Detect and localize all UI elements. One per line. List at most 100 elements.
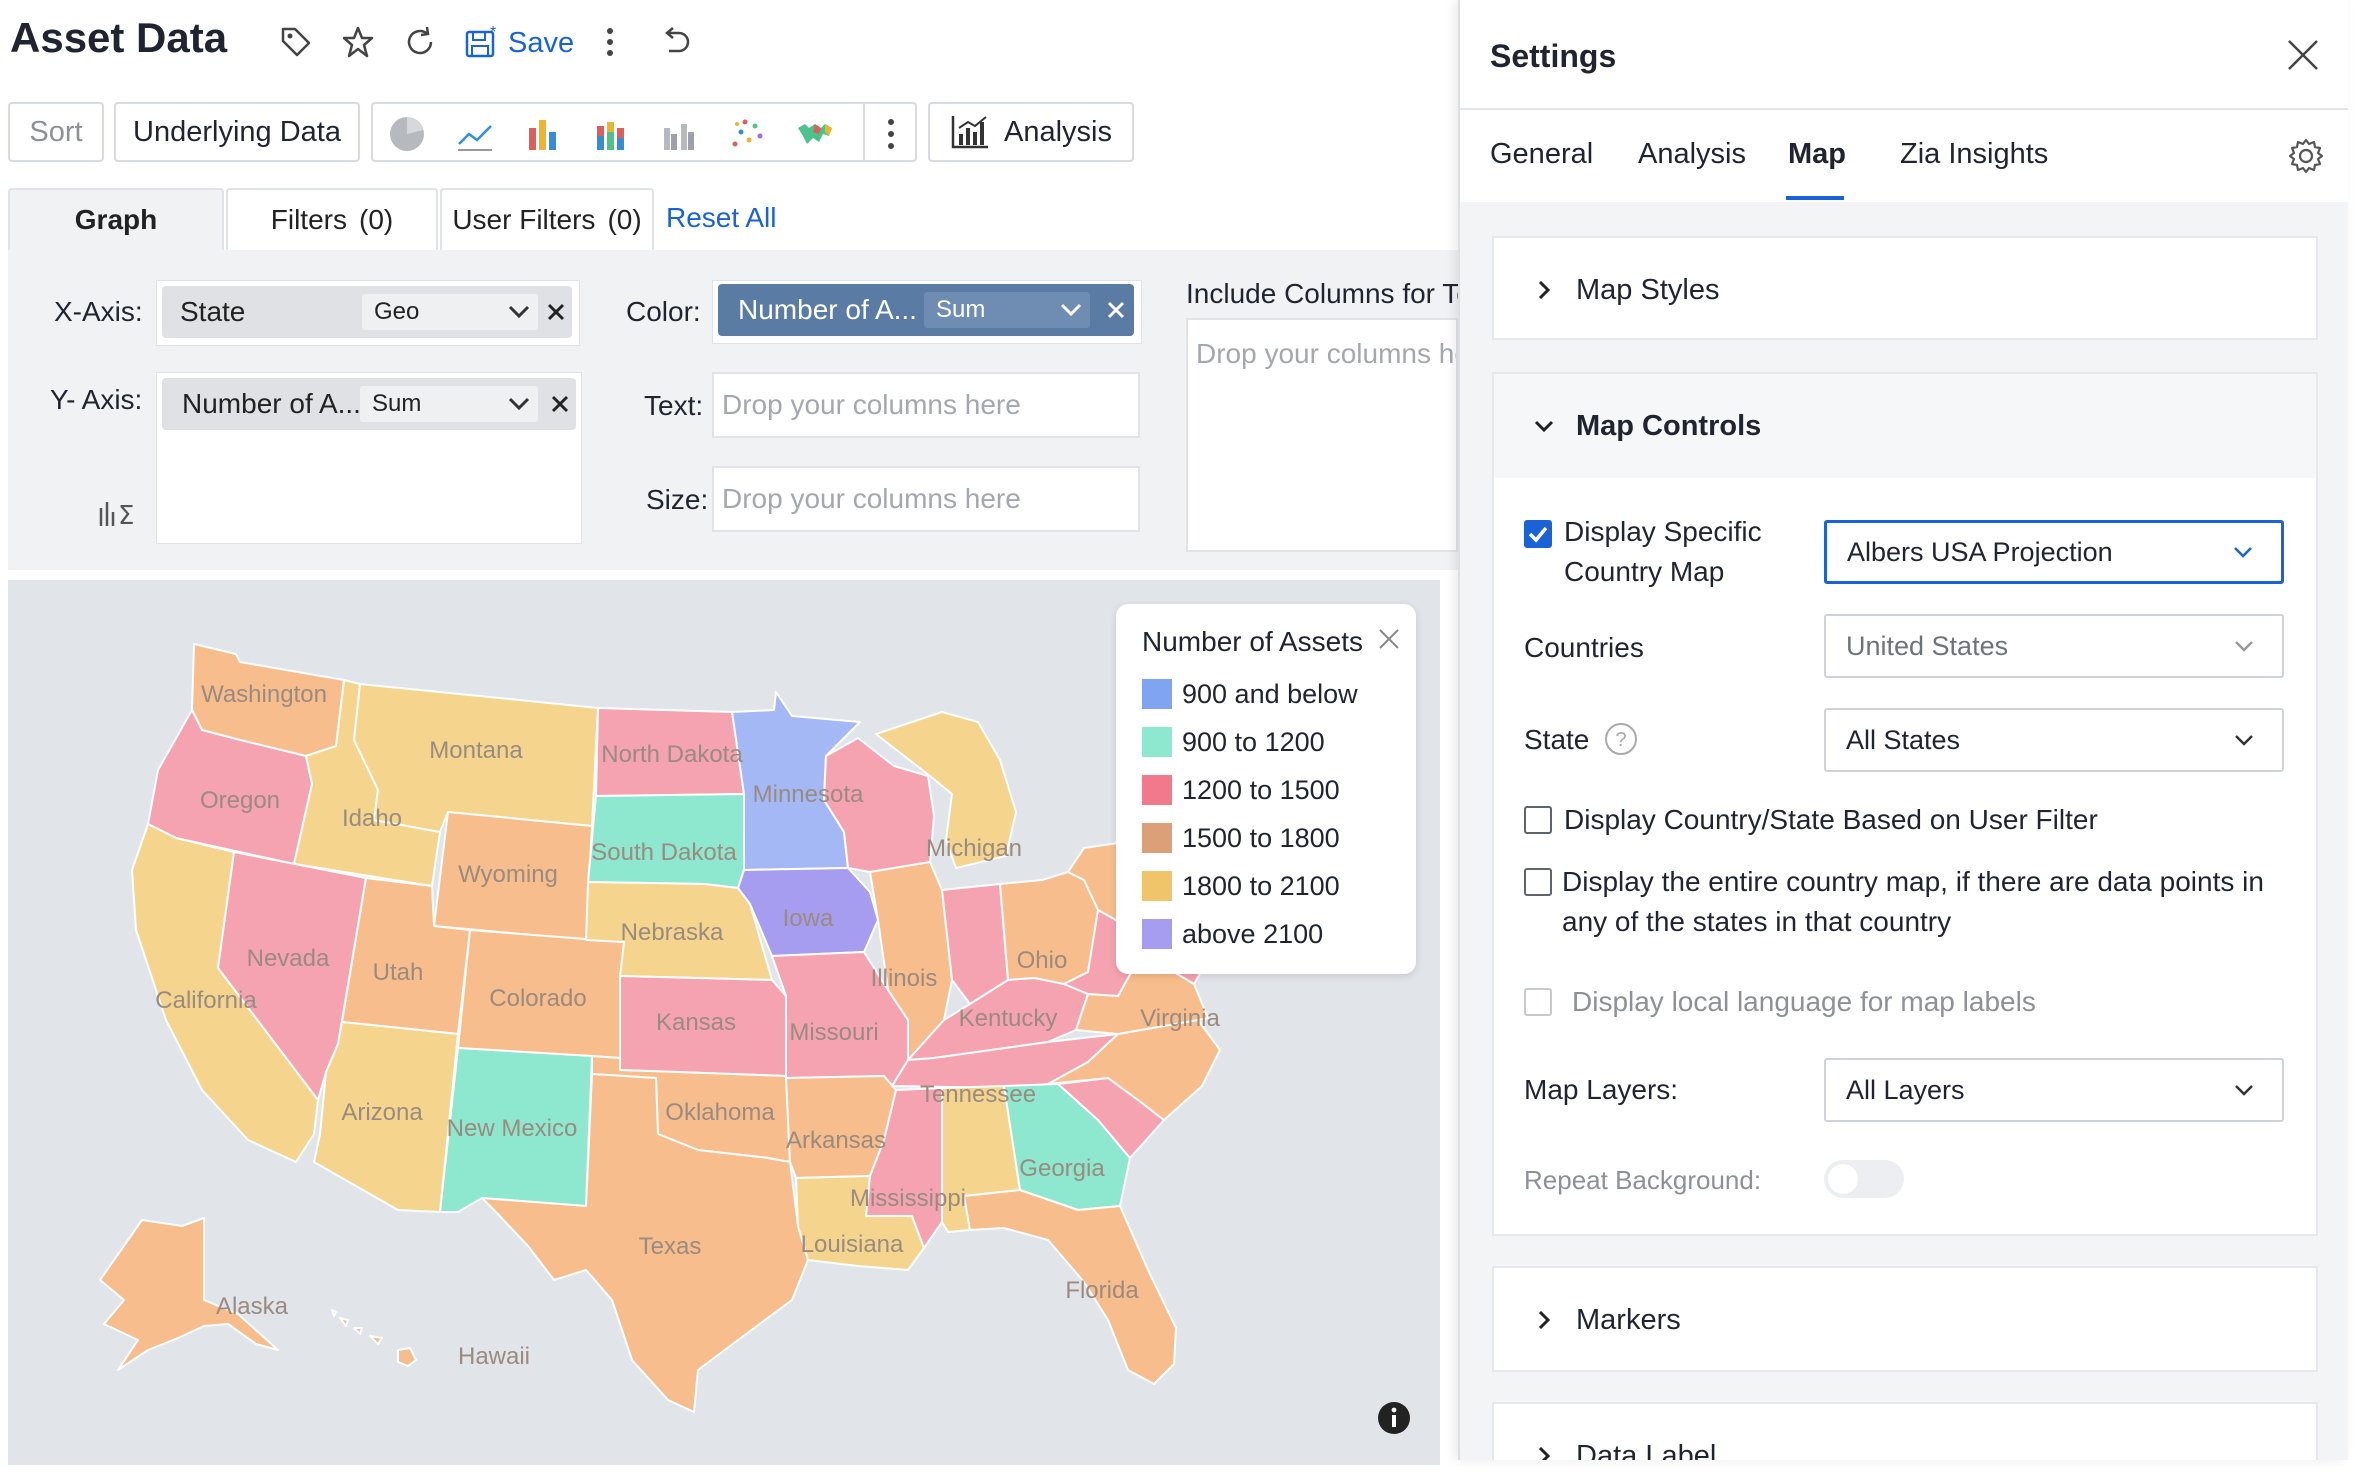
countries-value: United States [1846,630,2009,661]
analysis-label: Analysis [1004,115,1112,148]
close-icon[interactable] [1376,626,1402,652]
close-icon[interactable] [1106,300,1126,320]
label-florida: Florida [1065,1277,1139,1304]
x-axis-field: State [180,296,246,327]
chevron-down-icon [2235,735,2253,746]
entire-country-label-1: Display the entire country map, if there… [1562,866,2264,897]
bar-chart-icon[interactable] [523,114,563,154]
settings-header: Settings [1460,0,2348,110]
section-map-styles[interactable]: Map Styles [1492,236,2318,340]
settings-panel: Settings General Analysis Map Zia Insigh… [1458,0,2348,1460]
map-chart-icon[interactable] [795,114,835,154]
color-field-pill[interactable]: Number of A... Sum [718,284,1134,336]
gear-icon[interactable] [2286,136,2326,176]
legend-item-label: 1800 to 2100 [1182,870,1340,901]
section-data-label[interactable]: Data Label [1492,1402,2318,1460]
underlying-data-button[interactable]: Underlying Data [114,102,360,162]
repeat-background-toggle[interactable] [1824,1160,1904,1198]
tab-filters-label: Filters [270,204,347,235]
user-filter-checkbox[interactable] [1524,806,1552,834]
label-kentucky: Kentucky [959,1005,1058,1032]
x-axis-aggregate-select[interactable]: Geo [362,294,538,330]
toggle-knob [1828,1164,1858,1194]
entire-country-checkbox[interactable] [1524,868,1552,896]
state-select[interactable]: All States [1824,708,2284,772]
tab-filters[interactable]: Filters (0) [226,188,438,250]
legend-item[interactable]: 900 and below [1142,678,1358,710]
display-specific-checkbox[interactable] [1524,520,1552,548]
label-utah: Utah [373,959,424,986]
countries-label: Countries [1524,632,1644,663]
label-missouri: Missouri [789,1019,878,1046]
tab-map[interactable]: Map [1788,138,1846,171]
include-columns-dropzone[interactable]: Drop your columns he [1186,318,1458,552]
map-layers-label: Map Layers: [1524,1074,1679,1105]
section-markers[interactable]: Markers [1492,1266,2318,1372]
legend-item[interactable]: 1200 to 1500 [1142,774,1340,806]
map-layers-select[interactable]: All Layers [1824,1058,2284,1122]
color-aggregate: Sum [936,296,986,323]
line-chart-icon[interactable] [455,114,495,154]
text-label: Text: [644,390,704,421]
legend-item[interactable]: 1500 to 1800 [1142,822,1340,854]
close-icon[interactable] [2286,38,2320,72]
star-icon[interactable] [336,20,380,64]
state-hawaii [331,1309,417,1367]
projection-select[interactable]: Albers USA Projection [1824,520,2284,584]
chart-more-icon[interactable] [871,114,911,154]
close-icon[interactable] [546,302,566,322]
active-tab-indicator [1786,196,1844,200]
legend-swatch [1142,871,1172,901]
scatter-icon[interactable] [727,114,767,154]
legend-item[interactable]: 900 to 1200 [1142,726,1325,758]
analysis-button[interactable]: Analysis [928,102,1134,162]
close-icon[interactable] [550,394,570,414]
label-wyoming: Wyoming [458,861,558,888]
sort-button[interactable]: Sort [8,102,104,162]
chevron-down-icon [2235,641,2253,652]
label-nevada: Nevada [247,945,330,972]
legend-item[interactable]: above 2100 [1142,918,1323,950]
label-oregon: Oregon [200,787,280,814]
tab-user-filters[interactable]: User Filters (0) [440,188,654,250]
y-axis-field-pill[interactable]: Number of A... Sum [162,378,576,430]
color-aggregate-select[interactable]: Sum [924,292,1090,328]
legend-item[interactable]: 1800 to 2100 [1142,870,1340,902]
more-vertical-icon[interactable] [588,20,632,64]
tab-zia-insights[interactable]: Zia Insights [1900,138,2048,171]
tab-graph[interactable]: Graph [8,188,224,250]
grouped-bar-icon[interactable] [659,114,699,154]
tab-filters-count: (0) [359,204,394,235]
stacked-bar-icon[interactable] [591,114,631,154]
tab-general[interactable]: General [1490,138,1593,171]
legend-swatch [1142,775,1172,805]
save-button[interactable]: * Save [464,20,574,66]
map-styles-title: Map Styles [1576,274,1720,306]
label-virginia: Virginia [1140,1005,1220,1032]
reset-all-link[interactable]: Reset All [666,202,777,234]
chevron-down-icon [2235,1085,2253,1096]
tag-icon[interactable] [274,20,318,64]
y-axis-aggregate-select[interactable]: Sum [360,386,538,422]
size-dropzone[interactable]: Drop your columns here [712,466,1140,532]
aggregate-options-icon[interactable]: Σ [98,494,144,528]
map-controls-header[interactable]: Map Controls [1494,374,2316,478]
text-dropzone[interactable]: Drop your columns here [712,372,1140,438]
refresh-icon[interactable] [398,20,442,64]
legend-item-label: 900 to 1200 [1182,726,1325,757]
x-axis-field-pill[interactable]: State Geo [162,286,572,338]
undo-icon[interactable] [654,20,698,64]
projection-value: Albers USA Projection [1847,536,2113,567]
label-washington: Washington [201,681,327,708]
countries-select[interactable]: United States [1824,614,2284,678]
help-icon[interactable]: ? [1604,722,1638,756]
info-icon[interactable] [1376,1400,1412,1436]
tab-analysis[interactable]: Analysis [1638,138,1746,171]
pie-chart-icon[interactable] [387,114,427,154]
svg-text:*: * [490,25,496,41]
include-columns-label: Include Columns for To [1186,278,1458,309]
local-language-checkbox[interactable] [1524,988,1552,1016]
label-texas: Texas [639,1233,702,1260]
chevron-down-icon [2234,547,2252,558]
chevron-right-icon [1538,280,1551,300]
